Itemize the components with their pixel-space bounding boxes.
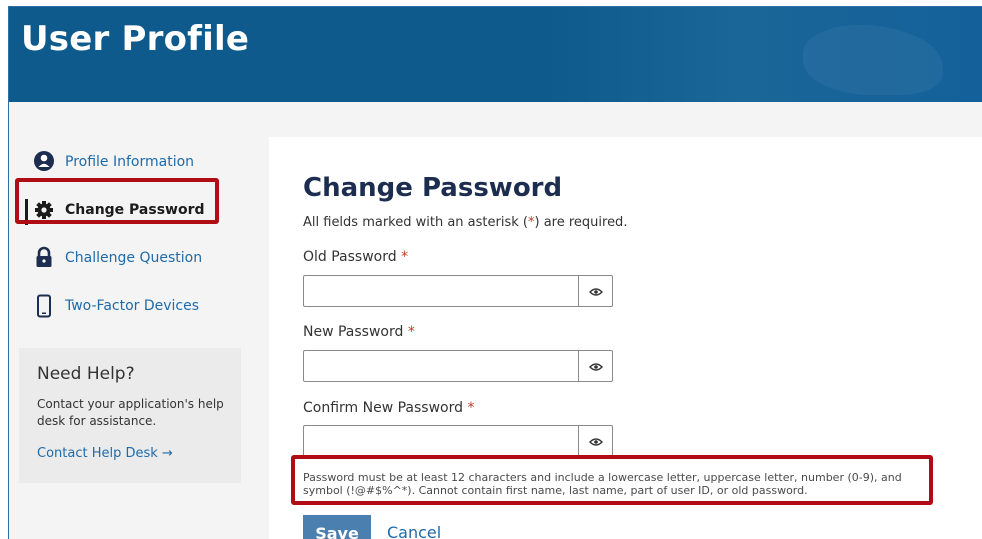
show-new-password-button[interactable]: [579, 350, 613, 382]
show-confirm-password-button[interactable]: [579, 425, 613, 457]
help-title: Need Help?: [37, 364, 135, 384]
required-asterisk: *: [467, 400, 475, 416]
eye-icon: [588, 357, 603, 376]
field-label-text: Old Password: [303, 249, 397, 265]
save-button[interactable]: Save: [303, 515, 371, 539]
new-password-label: New Password *: [303, 324, 415, 340]
header-banner: User Profile: [9, 7, 982, 102]
required-asterisk: *: [401, 249, 409, 265]
help-panel: Need Help? Contact your application's he…: [19, 348, 241, 483]
confirm-password-label: Confirm New Password *: [303, 400, 474, 416]
mobile-phone-icon: [33, 294, 55, 318]
new-password-input[interactable]: [303, 350, 579, 382]
confirm-password-input[interactable]: [303, 425, 579, 457]
field-label-text: New Password: [303, 324, 404, 340]
sidebar-item-label: Challenge Question: [65, 250, 203, 266]
page-title: Change Password: [303, 173, 563, 203]
main-content: Change Password All fields marked with a…: [269, 137, 982, 539]
old-password-input[interactable]: [303, 275, 579, 307]
sidebar-item-challenge-question[interactable]: Challenge Question: [9, 238, 249, 282]
banner-decoration: [803, 25, 943, 95]
eye-icon: [588, 282, 603, 301]
help-text: Contact your application's help desk for…: [37, 397, 224, 428]
page-header-title: User Profile: [21, 19, 250, 59]
contact-help-desk-link[interactable]: Contact Help Desk →: [37, 446, 173, 461]
required-note-text-end: ) are required.: [534, 215, 628, 230]
old-password-label: Old Password *: [303, 249, 408, 265]
sidebar-item-label: Profile Information: [65, 154, 195, 170]
eye-icon: [588, 432, 603, 451]
required-note-text-start: All fields marked with an asterisk (: [303, 215, 528, 230]
cancel-link[interactable]: Cancel: [387, 523, 441, 539]
sidebar-item-two-factor-devices[interactable]: Two-Factor Devices: [9, 286, 249, 330]
required-fields-note: All fields marked with an asterisk (*) a…: [303, 215, 627, 230]
sidebar-item-label: Two-Factor Devices: [65, 298, 200, 314]
sidebar: Profile Information Change Password Chal…: [9, 102, 267, 539]
user-circle-icon: [33, 150, 55, 174]
lock-icon: [33, 246, 55, 270]
highlight-password-requirements: [291, 455, 933, 505]
field-label-text: Confirm New Password: [303, 400, 464, 416]
app-frame: User Profile Profile Information Change …: [8, 6, 982, 539]
highlight-change-password-nav: [15, 178, 219, 224]
show-old-password-button[interactable]: [579, 275, 613, 307]
required-asterisk: *: [407, 324, 415, 340]
